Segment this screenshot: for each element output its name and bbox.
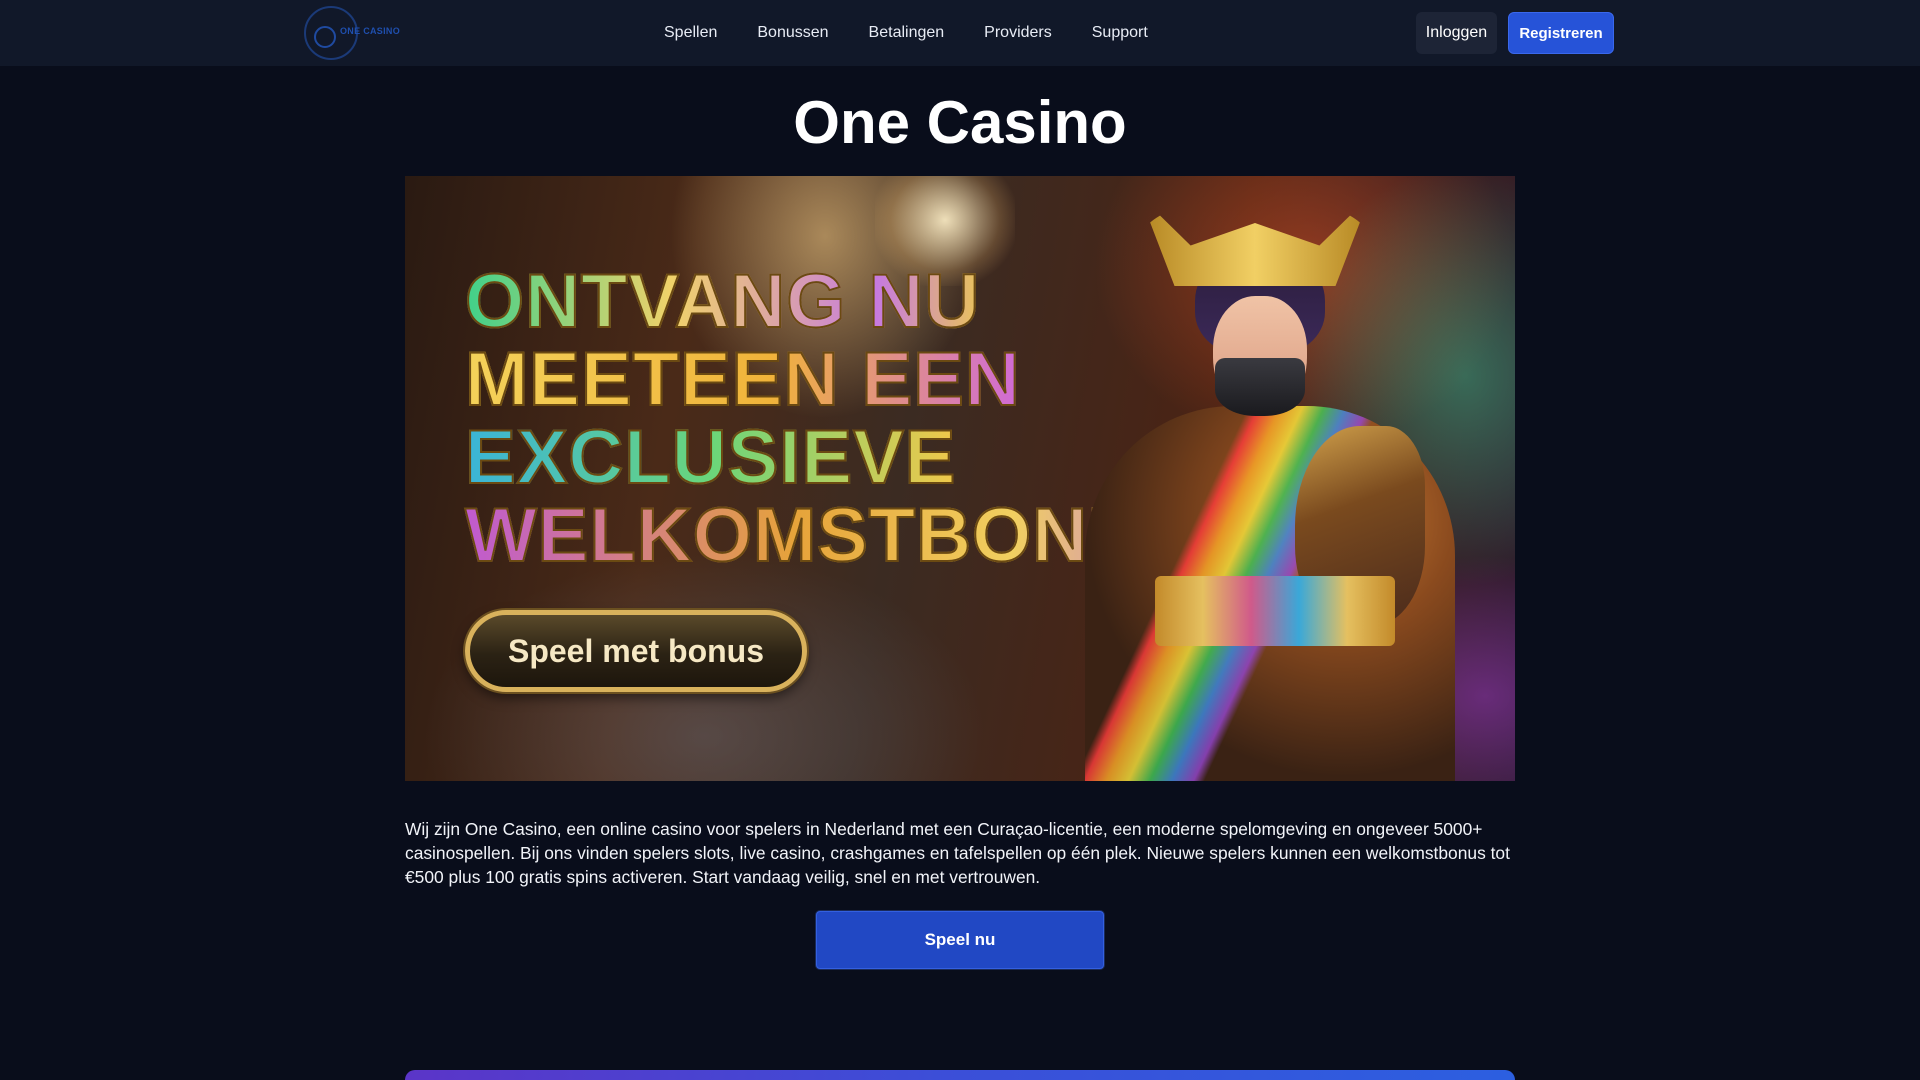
logo-text: ONE CASINO bbox=[340, 26, 401, 36]
nav-link-betalingen[interactable]: Betalingen bbox=[869, 24, 945, 42]
nav-link-providers[interactable]: Providers bbox=[984, 24, 1052, 42]
login-button[interactable]: Inloggen bbox=[1416, 12, 1497, 54]
hero-headline-line-2: MEETEEN EEN bbox=[464, 337, 1021, 422]
nav-link-spellen[interactable]: Spellen bbox=[664, 24, 717, 42]
samurai-geisha-illustration bbox=[1045, 196, 1465, 781]
next-section-edge bbox=[405, 1070, 1515, 1080]
top-navigation-bar: ONE CASINO Spellen Bonussen Betalingen P… bbox=[0, 0, 1920, 66]
figure-helmet-crest bbox=[1140, 196, 1370, 286]
intro-paragraph: Wij zijn One Casino, een online casino v… bbox=[405, 819, 1510, 887]
figure-belt bbox=[1155, 576, 1395, 646]
play-with-bonus-button[interactable]: Speel met bonus bbox=[465, 610, 807, 692]
register-button[interactable]: Registreren bbox=[1508, 12, 1614, 54]
hero-banner[interactable]: ONTVANG NU MEETEEN EEN EXCLUSIEVE WELKOM… bbox=[405, 176, 1515, 781]
one-casino-logo[interactable]: ONE CASINO bbox=[304, 6, 400, 60]
figure-mask bbox=[1215, 358, 1305, 416]
nav-link-support[interactable]: Support bbox=[1092, 24, 1148, 42]
page-title: One Casino bbox=[793, 89, 1127, 156]
play-now-button[interactable]: Speel nu bbox=[816, 911, 1104, 969]
hero-headline-line-1: ONTVANG NU bbox=[464, 259, 981, 344]
hero-headline-line-3: EXCLUSIEVE bbox=[464, 415, 957, 500]
nav-link-bonussen[interactable]: Bonussen bbox=[757, 24, 828, 42]
main-nav: Spellen Bonussen Betalingen Providers Su… bbox=[664, 0, 1148, 66]
